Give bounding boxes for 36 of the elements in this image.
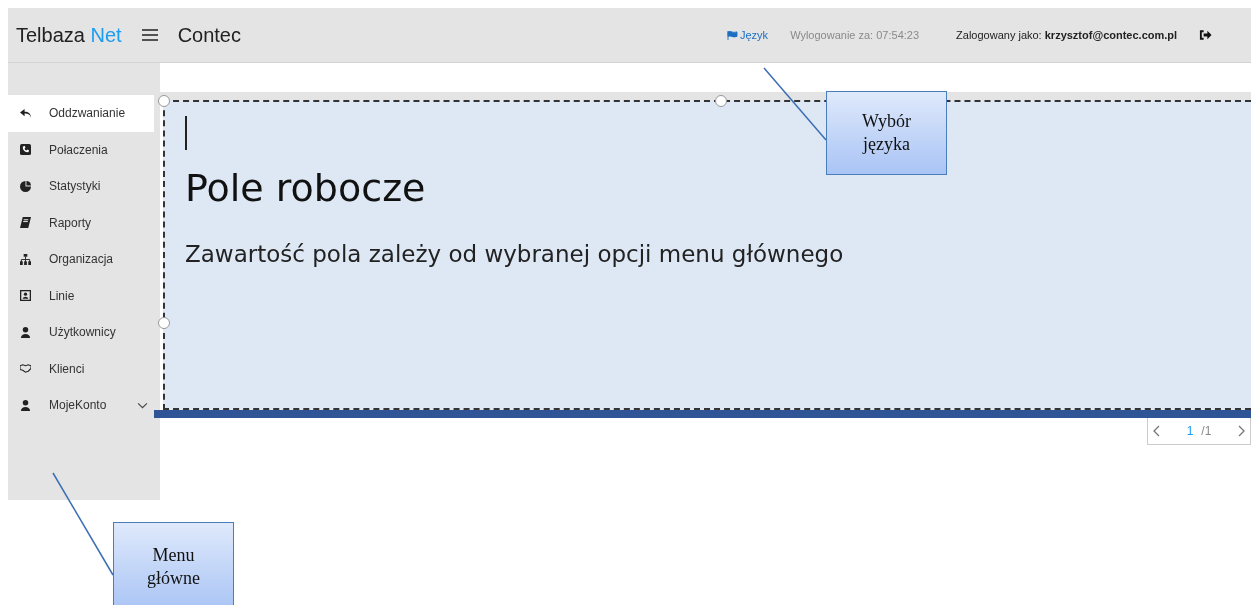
workspace-description: Zawartość pola zależy od wybranej opcji menu głównego <box>185 240 845 269</box>
menu-item-icon <box>20 180 31 192</box>
sidebar-item[interactable]: Organizacja <box>8 241 154 278</box>
sidebar-item[interactable]: Oddzwanianie <box>8 95 154 132</box>
menu-item-icon <box>20 144 31 156</box>
sidebar-item[interactable]: Klienci <box>8 350 154 387</box>
resize-handle[interactable] <box>158 317 170 329</box>
text-cursor <box>185 116 187 150</box>
sidebar-item[interactable]: MojeKonto <box>8 387 154 424</box>
page-title: Contec <box>177 23 241 48</box>
logged-in-user: Zalogowany jako: krzysztof@contec.com.pl <box>956 27 1178 43</box>
menu-icon <box>141 29 158 41</box>
menu-item-icon <box>20 253 31 265</box>
menu-item-icon <box>20 326 31 338</box>
logo: Telbaza Net <box>16 23 122 48</box>
callout-box: Wybór języka <box>826 91 947 175</box>
menu-item-icon <box>20 217 31 229</box>
flag-icon <box>727 30 738 40</box>
sidebar-item[interactable]: Linie <box>8 277 154 314</box>
chevron-left-icon <box>1152 425 1160 437</box>
menu-item-icon <box>20 399 31 411</box>
menu-item-icon <box>20 290 31 302</box>
callout-box: Menu główne <box>113 522 234 605</box>
menu-item-icon <box>20 363 31 375</box>
sidebar-item[interactable]: Statystyki <box>8 168 154 205</box>
menu-item-icon <box>20 107 31 119</box>
page-number: 1 <box>1186 423 1194 440</box>
sidebar-item[interactable]: Użytkownicy <box>8 314 154 351</box>
workspace-heading: Pole robocze <box>185 165 427 212</box>
language-link[interactable]: Język <box>727 26 769 44</box>
logout-timer: Wylogowanie za: 07:54:23 <box>790 27 920 43</box>
sidebar-item[interactable]: Raporty <box>8 204 154 241</box>
logout-icon <box>1199 29 1213 41</box>
page-total: /1 <box>1201 423 1212 440</box>
sidebar-item[interactable]: Połaczenia <box>8 131 154 168</box>
chevron-right-icon <box>1238 425 1246 437</box>
